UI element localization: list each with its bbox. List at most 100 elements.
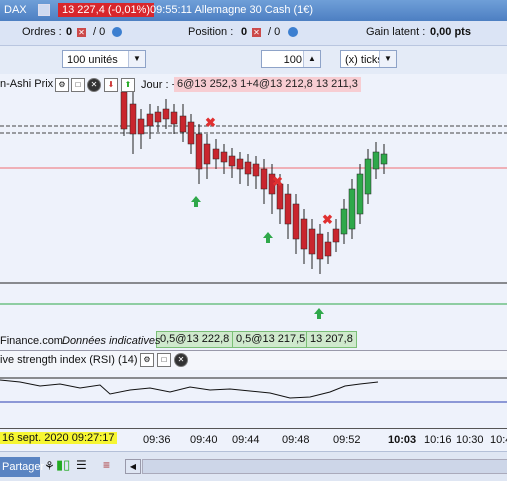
order-tag-3[interactable]: 13 207,8	[306, 331, 357, 348]
sell-marker-icon: ✖	[205, 115, 216, 130]
candle-body	[380, 153, 388, 165]
position-settings-icon[interactable]	[288, 27, 298, 38]
candle-body	[120, 91, 128, 130]
quantity-select[interactable]: 100 unités ▼	[62, 50, 146, 68]
time-tick: 10:30	[456, 434, 484, 446]
candle-body	[170, 111, 178, 125]
candle-body	[332, 228, 340, 243]
horizontal-scrollbar[interactable]	[142, 459, 507, 474]
sell-icon[interactable]: ⬇	[104, 78, 118, 92]
period-label: Jour : +	[141, 79, 178, 91]
candle-body	[292, 203, 300, 240]
time-tick: 10:4	[490, 434, 507, 446]
position-label: Position :	[188, 26, 234, 38]
window-icon[interactable]: □	[71, 78, 85, 92]
time-tick: 10:03	[388, 434, 417, 446]
candle-body	[195, 133, 203, 170]
candle-body	[203, 143, 211, 165]
ticks-stepper[interactable]: 100 ▲	[261, 50, 321, 68]
candle-body	[154, 111, 162, 123]
pending-orders-tag[interactable]: 6@13 252,3 1+4@13 212,8 13 211,3	[174, 77, 361, 92]
orders-settings-icon[interactable]	[112, 27, 122, 38]
rsi-label: ive strength index (RSI) (14)	[0, 354, 138, 366]
close-icon[interactable]: ✕	[87, 78, 101, 92]
scroll-left-icon[interactable]: ◀	[125, 459, 141, 474]
candle-body	[187, 121, 195, 145]
candle-body	[308, 228, 316, 255]
candle-body	[260, 168, 268, 190]
time-tick: 09:52	[333, 434, 361, 446]
watermark-text: Finance.com	[0, 335, 63, 347]
candle-body	[228, 155, 236, 167]
candle-body	[236, 158, 244, 170]
order-tag-2[interactable]: 0,5@13 217,5	[232, 331, 310, 348]
position-total: / 0	[268, 26, 281, 38]
time-tick: 09:48	[282, 434, 310, 446]
wrench-icon[interactable]: ⚙	[140, 353, 154, 367]
time-tick: 09:44	[232, 434, 260, 446]
sell-marker-icon: ✖	[322, 212, 333, 227]
share-button[interactable]: Partager	[0, 457, 44, 477]
buy-marker-icon	[314, 308, 324, 319]
time-axis-date: 16 sept. 2020 09:27:17	[0, 432, 117, 444]
time-tick: 09:36	[143, 434, 171, 446]
order-toolbar: 100 unités ▼ 100 ▲ (x) ticks ▼	[0, 46, 507, 74]
candle-body	[162, 108, 170, 120]
buy-marker-icon	[263, 232, 273, 243]
bottom-toolbar: Partager ⚘ ▮▯ ☰ ≡ ◀	[0, 451, 507, 481]
order-tag-1[interactable]: 0,5@13 222,8	[156, 331, 234, 348]
candle-body	[364, 158, 372, 195]
buy-marker-icon	[191, 196, 201, 207]
chevron-down-icon[interactable]: ▼	[379, 51, 396, 67]
candle-body	[129, 103, 137, 135]
candle-body	[212, 148, 220, 160]
account-status-bar: Ordres : 0 ✕ / 0 Position : 0 ✕ / 0 Gain…	[0, 21, 507, 46]
price-chart[interactable]: ✖ ✖ ✖ 0,5@13 222,8 0,5@13 217,5 13 207,8 F…	[0, 74, 507, 350]
instrument-symbol[interactable]: DAX	[4, 4, 27, 16]
chart-type-icon[interactable]: ⚘	[44, 459, 55, 473]
gain-label: Gain latent :	[366, 26, 426, 38]
time-tick: 09:40	[190, 434, 218, 446]
window-options-icon[interactable]	[38, 4, 50, 16]
time-tick: 10:16	[424, 434, 452, 446]
close-icon[interactable]: ✕	[174, 353, 188, 367]
close-position-icon[interactable]: ✕	[252, 27, 261, 37]
candle-body	[316, 233, 324, 260]
candle-body	[340, 208, 348, 235]
candlestick-canvas: ✖ ✖ ✖	[0, 79, 507, 319]
chevron-down-icon[interactable]: ▼	[128, 51, 145, 67]
candle-body	[348, 188, 356, 230]
candle-body	[252, 163, 260, 177]
price-badge: 13 227,4 (-0,01%)	[58, 3, 155, 17]
rsi-panel[interactable]	[0, 370, 507, 428]
buy-icon[interactable]: ⬆	[121, 78, 135, 92]
time-axis: 16 sept. 2020 09:27:17 09:36 09:40 09:44…	[0, 428, 507, 451]
window-icon[interactable]: □	[157, 353, 171, 367]
watermark-note: Données indicatives	[62, 335, 161, 347]
candle-body	[220, 151, 228, 163]
candle-body	[324, 241, 332, 257]
candle-body	[146, 113, 154, 127]
quantity-value: 100 unités	[67, 54, 118, 66]
stepper-icon[interactable]: ▲	[303, 51, 320, 67]
candle-body	[244, 161, 252, 175]
rsi-canvas	[0, 377, 507, 403]
candle-body	[356, 173, 364, 215]
candles-icon[interactable]: ▮▯	[56, 457, 70, 473]
position-value: 0	[241, 26, 248, 38]
instrument-info: 09:55:11 Allemagne 30 Cash (1€)	[150, 4, 314, 16]
orders-value: 0	[66, 26, 73, 38]
indicator-label: n-Ashi Prix	[0, 78, 54, 92]
indicators-icon[interactable]: ≡	[103, 458, 110, 472]
candle-body	[300, 218, 308, 250]
rsi-header: ive strength index (RSI) (14) ⚙ □ ✕	[0, 350, 507, 371]
cancel-orders-icon[interactable]: ✕	[77, 27, 86, 37]
list-icon[interactable]: ☰	[76, 458, 87, 472]
candle-body	[179, 115, 187, 133]
orders-label: Ordres :	[22, 26, 62, 38]
wrench-icon[interactable]: ⚙	[55, 78, 69, 92]
ticks-value: 100	[283, 54, 302, 66]
gain-value: 0,00 pts	[430, 26, 471, 38]
ticks-unit-value: (x) ticks	[345, 54, 383, 66]
ticks-unit-select[interactable]: (x) ticks ▼	[340, 50, 397, 68]
